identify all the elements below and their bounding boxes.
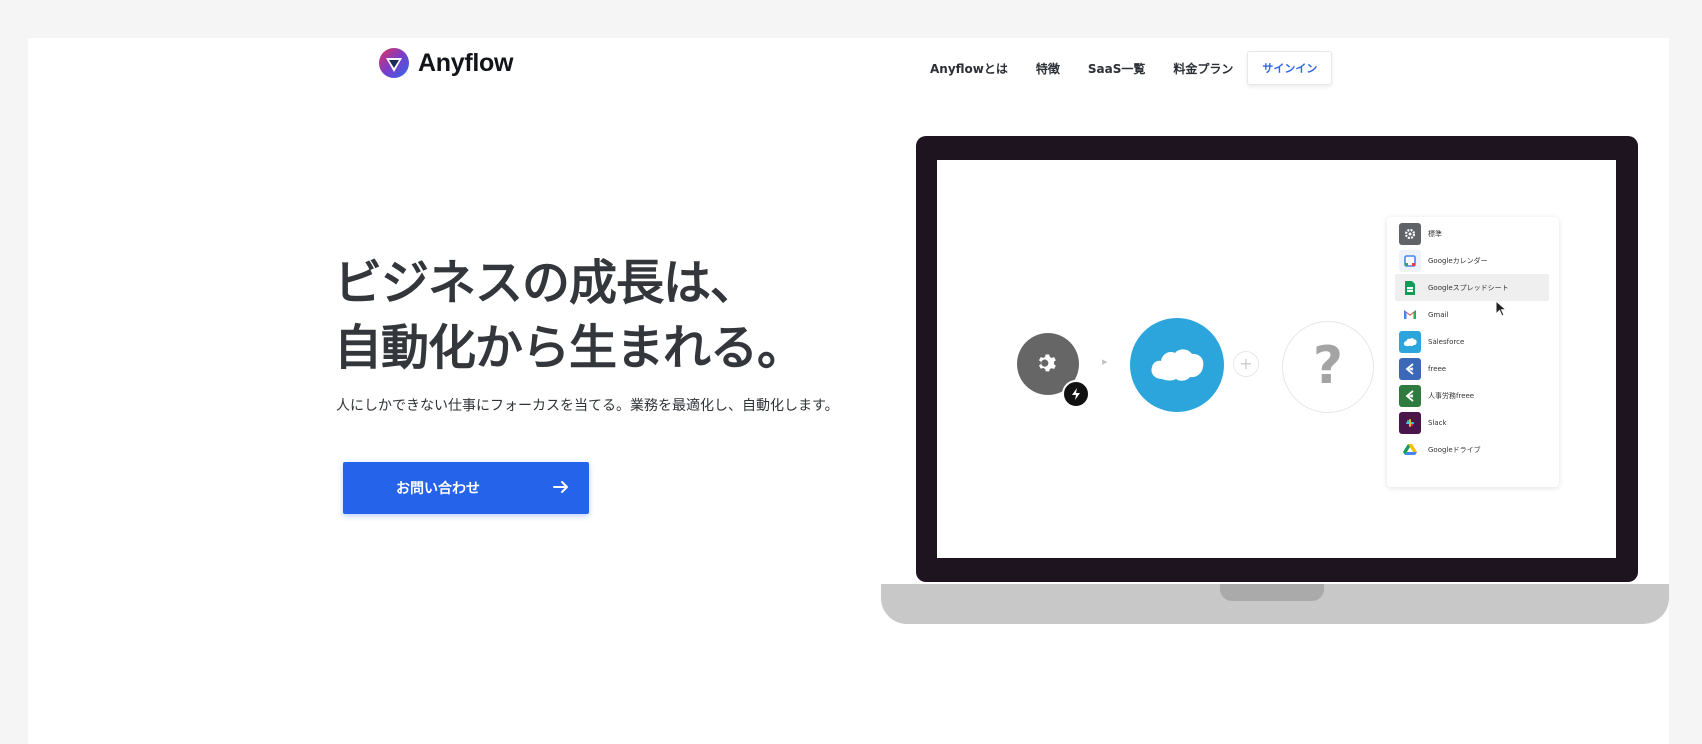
mouse-cursor-icon	[1495, 300, 1508, 317]
signin-button[interactable]: サインイン	[1247, 51, 1333, 85]
logo[interactable]: Anyflow	[378, 47, 513, 79]
google-calendar-icon	[1399, 249, 1421, 272]
app-name: Googleスプレッドシート	[1428, 283, 1509, 292]
contact-button[interactable]: お問い合わせ	[343, 462, 589, 514]
nav-features[interactable]: 特徴	[1036, 60, 1060, 77]
page: Anyflow Anyflowとは 特徴 SaaS一覧 料金プラン サインイン …	[28, 38, 1669, 744]
app-name: Gmail	[1428, 310, 1449, 319]
app-name: 人事労務freee	[1428, 391, 1475, 400]
salesforce-cloud-icon	[1151, 349, 1204, 381]
logo-text: Anyflow	[418, 48, 514, 77]
app-name: Googleドライブ	[1428, 445, 1481, 454]
app-item-slack[interactable]: Slack	[1395, 409, 1549, 436]
laptop-notch	[1220, 584, 1324, 601]
salesforce-node	[1130, 318, 1224, 412]
slack-icon	[1399, 411, 1421, 434]
gear-icon	[1399, 222, 1421, 245]
main-nav: Anyflowとは 特徴 SaaS一覧 料金プラン サインイン	[930, 51, 1333, 85]
add-step-button[interactable]: +	[1233, 351, 1259, 377]
app-name: Googleカレンダー	[1428, 256, 1488, 265]
hero-title: ビジネスの成長は、 自動化から生まれる。	[334, 251, 805, 381]
app-name: freee	[1428, 364, 1447, 373]
hero-title-line1: ビジネスの成長は、	[334, 255, 758, 311]
bolt-icon	[1062, 380, 1090, 408]
anyflow-logo-icon	[379, 48, 409, 78]
gear-icon	[1038, 354, 1056, 372]
app-item-standard[interactable]: 標準	[1395, 220, 1549, 247]
app-item-gmail[interactable]: Gmail	[1395, 301, 1549, 328]
app-item-google-calendar[interactable]: Googleカレンダー	[1395, 247, 1549, 274]
nav-about[interactable]: Anyflowとは	[930, 60, 1008, 77]
laptop-base	[881, 584, 1669, 624]
laptop-display: ▸ + ? 標準 Googleカレンダー Googleスプレッドシート Gmai…	[937, 160, 1616, 558]
freee-icon	[1399, 357, 1421, 380]
app-item-hr-freee[interactable]: 人事労務freee	[1395, 382, 1549, 409]
arrow-right-icon	[553, 481, 568, 493]
laptop-screen: ▸ + ? 標準 Googleカレンダー Googleスプレッドシート Gmai…	[916, 136, 1638, 582]
google-sheets-icon	[1399, 277, 1421, 299]
app-name: Salesforce	[1428, 337, 1465, 346]
app-item-google-sheets[interactable]: Googleスプレッドシート	[1395, 274, 1549, 301]
app-name: 標準	[1428, 229, 1442, 238]
hero-title-line2: 自動化から生まれる。	[334, 320, 805, 376]
gmail-icon	[1399, 304, 1421, 326]
app-name: Slack	[1428, 418, 1447, 427]
google-drive-icon	[1399, 439, 1421, 461]
hr-freee-icon	[1399, 384, 1421, 407]
app-list: 標準 Googleカレンダー Googleスプレッドシート Gmail Sale…	[1387, 217, 1559, 487]
contact-button-label: お問い合わせ	[396, 481, 480, 497]
nav-pricing[interactable]: 料金プラン	[1173, 60, 1233, 77]
unknown-step-node[interactable]: ?	[1282, 321, 1374, 413]
app-item-freee[interactable]: freee	[1395, 355, 1549, 382]
salesforce-icon	[1399, 330, 1421, 353]
flow-arrow-icon: ▸	[1102, 355, 1108, 368]
hero-subtitle: 人にしかできない仕事にフォーカスを当てる。業務を最適化し、自動化します。	[336, 398, 839, 414]
app-item-salesforce[interactable]: Salesforce	[1395, 328, 1549, 355]
app-item-google-drive[interactable]: Googleドライブ	[1395, 436, 1549, 463]
nav-saas-list[interactable]: SaaS一覧	[1088, 60, 1145, 77]
